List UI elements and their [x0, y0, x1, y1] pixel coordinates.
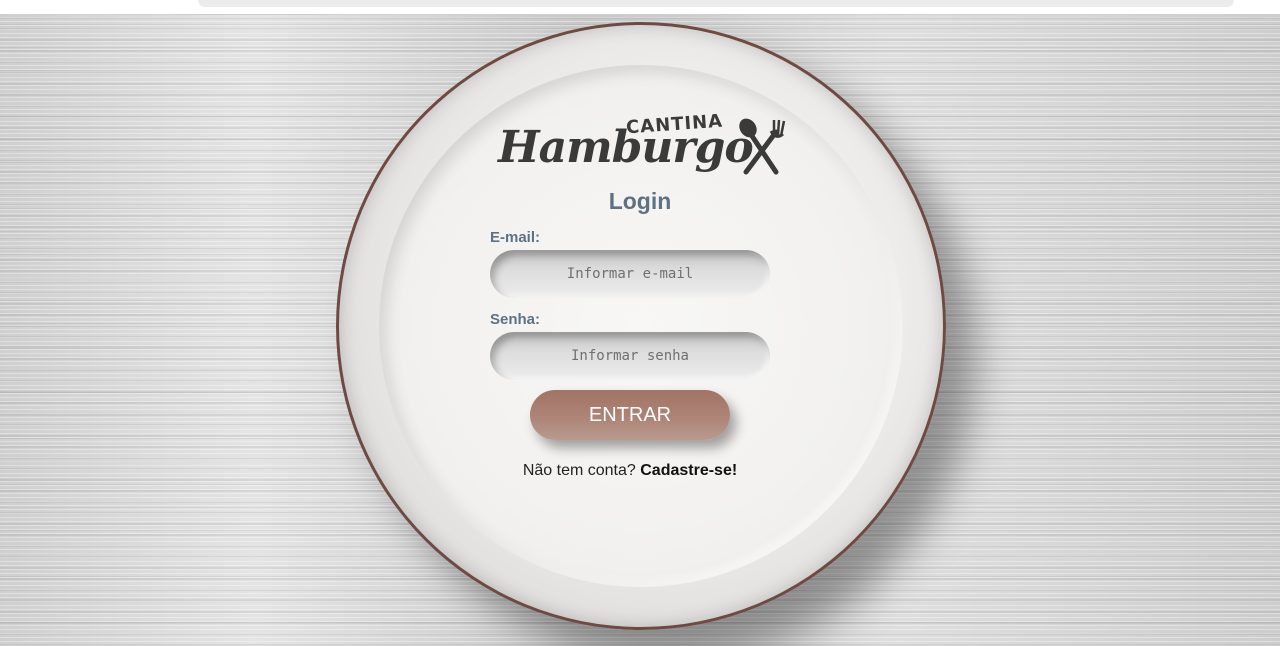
browser-top-bar [0, 0, 1280, 15]
address-bar[interactable] [198, 0, 1234, 7]
spoon-fork-icon [739, 118, 786, 175]
password-label: Senha: [490, 311, 541, 328]
login-title: Login [608, 188, 672, 214]
password-input[interactable] [490, 332, 770, 380]
signup-prompt: Não tem conta? [522, 462, 636, 479]
enter-button[interactable]: ENTRAR [530, 390, 730, 440]
email-label: E-mail: [490, 229, 541, 246]
cantina-hamburgo-logo: CANTINA Hamburgo [498, 110, 788, 186]
signup-line: Não tem conta? Cadastre-se! [480, 462, 780, 480]
email-input[interactable] [490, 250, 770, 298]
signup-link[interactable]: Cadastre-se! [640, 462, 737, 479]
login-page: CANTINA Hamburgo Login E-mail: Senha: EN… [0, 0, 1280, 646]
logo-hamburgo-text: Hamburgo [498, 122, 754, 173]
